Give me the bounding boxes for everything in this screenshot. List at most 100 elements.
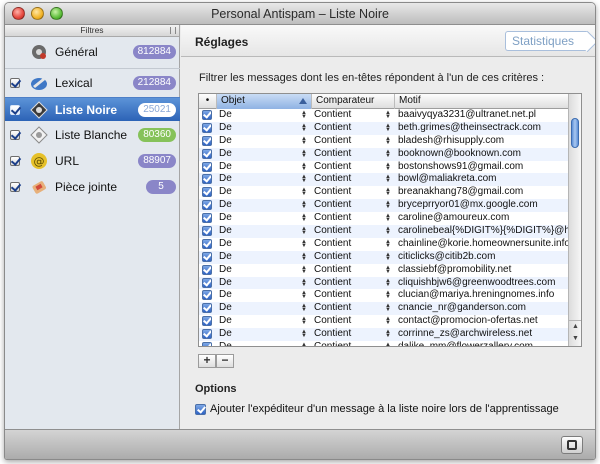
objet-cell[interactable]: De [217, 341, 307, 346]
sidebar-item-whitelist[interactable]: Liste Blanche 80360 [5, 123, 180, 147]
comparateur-cell[interactable]: Contient [312, 225, 390, 238]
comparateur-popup-arrows-icon[interactable] [385, 111, 391, 120]
comparateur-cell[interactable]: Contient [312, 315, 390, 328]
comparateur-popup-arrows-icon[interactable] [385, 137, 391, 146]
comparateur-popup-arrows-icon[interactable] [385, 163, 391, 172]
objet-cell[interactable]: De [217, 161, 307, 174]
table-row[interactable]: De Contient contact@promocion-ofertas.net [199, 315, 570, 328]
objet-cell[interactable]: De [217, 199, 307, 212]
comparateur-cell[interactable]: Contient [312, 212, 390, 225]
motif-cell[interactable]: carolinebeal{%DIGIT%}{%DIGIT%}@hotmail.c [395, 225, 570, 238]
table-row[interactable]: De Contient cnancie_nr@ganderson.com [199, 302, 570, 316]
objet-popup-arrows-icon[interactable] [301, 343, 307, 346]
table-row[interactable]: De Contient bryceprryor01@mx.google.com [199, 199, 570, 213]
comparateur-cell[interactable]: Contient [312, 277, 390, 290]
rule-enabled-checkbox[interactable] [202, 213, 212, 224]
rule-enabled-checkbox[interactable] [202, 264, 212, 275]
objet-popup-arrows-icon[interactable] [301, 279, 307, 288]
objet-popup-arrows-icon[interactable] [301, 188, 307, 197]
comparateur-cell[interactable]: Contient [312, 109, 390, 122]
comparateur-cell[interactable]: Contient [312, 173, 390, 186]
table-row[interactable]: De Contient breanakhang78@gmail.com [199, 186, 570, 199]
objet-popup-arrows-icon[interactable] [301, 163, 307, 172]
motif-cell[interactable]: clucian@mariya.hreningnomes.info [395, 289, 570, 302]
comparateur-popup-arrows-icon[interactable] [385, 330, 391, 339]
action-button[interactable] [561, 436, 583, 454]
objet-cell[interactable]: De [217, 264, 307, 277]
enable-checkbox[interactable] [10, 105, 20, 115]
motif-cell[interactable]: bryceprryor01@mx.google.com [395, 199, 570, 212]
comparateur-popup-arrows-icon[interactable] [385, 227, 391, 236]
table-row[interactable]: De Contient beth.grimes@theinsectrack.com [199, 121, 570, 135]
motif-cell[interactable]: bostonshows91@gmail.com [395, 161, 570, 174]
objet-cell[interactable]: De [217, 225, 307, 238]
table-row[interactable]: De Contient carolinebeal{%DIGIT%}{%DIGIT%}… [199, 225, 570, 238]
scroll-arrows-icon[interactable]: ▲ ▼ [569, 320, 581, 346]
sidebar-item-blacklist[interactable]: Liste Noire 25021 [5, 97, 180, 121]
objet-popup-arrows-icon[interactable] [301, 111, 307, 120]
comparateur-popup-arrows-icon[interactable] [385, 201, 391, 210]
comparateur-popup-arrows-icon[interactable] [385, 279, 391, 288]
table-row[interactable]: De Contient booknown@booknown.com [199, 147, 570, 161]
objet-cell[interactable]: De [217, 186, 307, 199]
table-row[interactable]: De Contient caroline@amoureux.com [199, 212, 570, 225]
comparateur-popup-arrows-icon[interactable] [385, 266, 391, 275]
comparateur-popup-arrows-icon[interactable] [385, 304, 391, 313]
motif-cell[interactable]: contact@promocion-ofertas.net [395, 315, 570, 328]
comparateur-cell[interactable]: Contient [312, 199, 390, 212]
objet-cell[interactable]: De [217, 212, 307, 225]
rule-enabled-checkbox[interactable] [202, 277, 212, 288]
comparateur-popup-arrows-icon[interactable] [385, 188, 391, 197]
comparateur-popup-arrows-icon[interactable] [385, 343, 391, 346]
comparateur-cell[interactable]: Contient [312, 341, 390, 346]
motif-cell[interactable]: breanakhang78@gmail.com [395, 186, 570, 199]
rule-enabled-checkbox[interactable] [202, 238, 212, 249]
objet-popup-arrows-icon[interactable] [301, 137, 307, 146]
comparateur-cell[interactable]: Contient [312, 122, 390, 135]
column-header-motif[interactable]: Motif [395, 94, 570, 109]
rule-enabled-checkbox[interactable] [202, 187, 212, 198]
table-scrollbar[interactable]: ▲ ▼ [568, 94, 581, 346]
table-row[interactable]: De Contient clucian@mariya.hreningnomes.in… [199, 289, 570, 302]
enable-checkbox[interactable] [10, 78, 20, 88]
rule-enabled-checkbox[interactable] [202, 316, 212, 327]
table-row[interactable]: De Contient bostonshows91@gmail.com [199, 161, 570, 174]
table-row[interactable]: De Contient citiclicks@citib2b.com [199, 250, 570, 264]
table-row[interactable]: De Contient baaivyqya3231@ultranet.net.pl [199, 109, 570, 122]
objet-cell[interactable]: De [217, 148, 307, 161]
rule-enabled-checkbox[interactable] [202, 342, 212, 346]
objet-popup-arrows-icon[interactable] [301, 201, 307, 210]
objet-cell[interactable]: De [217, 109, 307, 122]
rule-enabled-checkbox[interactable] [202, 290, 212, 301]
column-header-select[interactable]: • [199, 94, 217, 109]
comparateur-cell[interactable]: Contient [312, 251, 390, 264]
rule-enabled-checkbox[interactable] [202, 174, 212, 185]
comparateur-cell[interactable]: Contient [312, 238, 390, 251]
objet-cell[interactable]: De [217, 302, 307, 315]
comparateur-cell[interactable]: Contient [312, 148, 390, 161]
rule-enabled-checkbox[interactable] [202, 226, 212, 237]
comparateur-cell[interactable]: Contient [312, 302, 390, 315]
rule-enabled-checkbox[interactable] [202, 161, 212, 172]
comparateur-cell[interactable]: Contient [312, 264, 390, 277]
objet-popup-arrows-icon[interactable] [301, 175, 307, 184]
enable-checkbox[interactable] [10, 156, 20, 166]
table-row[interactable]: De Contient classiebf@promobility.net [199, 264, 570, 277]
motif-cell[interactable]: beth.grimes@theinsectrack.com [395, 122, 570, 135]
rule-enabled-checkbox[interactable] [202, 329, 212, 340]
enable-checkbox[interactable] [10, 182, 20, 192]
column-header-comparateur[interactable]: Comparateur [312, 94, 395, 109]
remove-rule-button[interactable]: − [216, 354, 234, 368]
motif-cell[interactable]: caroline@amoureux.com [395, 212, 570, 225]
rule-enabled-checkbox[interactable] [202, 200, 212, 211]
motif-cell[interactable]: dalike_mm@flowerzallery.com [395, 341, 570, 346]
comparateur-popup-arrows-icon[interactable] [385, 317, 391, 326]
column-header-objet[interactable]: Objet [217, 94, 312, 109]
sidebar-item-url[interactable]: @ URL 88907 [5, 149, 180, 173]
objet-popup-arrows-icon[interactable] [301, 214, 307, 223]
motif-cell[interactable]: bowl@maliakreta.com [395, 173, 570, 186]
objet-popup-arrows-icon[interactable] [301, 266, 307, 275]
motif-cell[interactable]: cnancie_nr@ganderson.com [395, 302, 570, 315]
sidebar-item-attachment[interactable]: Pièce jointe 5 [5, 175, 180, 199]
comparateur-popup-arrows-icon[interactable] [385, 175, 391, 184]
